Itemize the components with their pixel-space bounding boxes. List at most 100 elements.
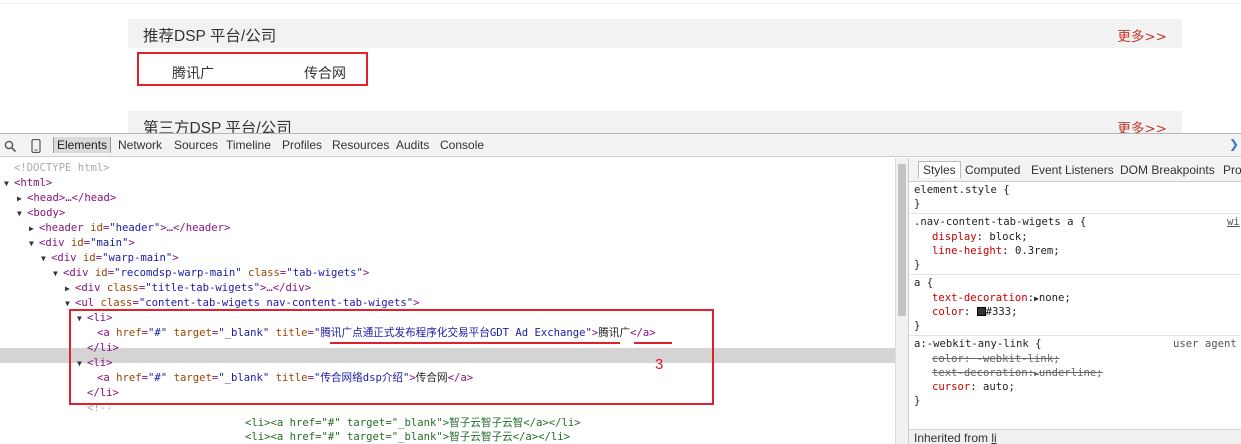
devtools-panel: Elements Network Sources Timeline Profil… [0,133,1241,444]
tag-text: <head>…</head> [27,192,117,204]
tag-name: div [57,252,77,264]
attr-name: class [100,297,133,309]
tab-styles[interactable]: Styles [918,161,961,178]
css-prop: text-decoration [932,367,1028,379]
warp-main-node[interactable]: ▼ <div id="warp-main"> [41,251,179,266]
rule-source-label: user agent [1173,338,1237,350]
attr-value: "recomdsp-warp-main" [114,267,242,279]
annotation-box-li [69,309,714,405]
tab-network[interactable]: Network [118,138,162,152]
header-node[interactable]: ▶ <header id="header">…</header> [29,221,230,236]
html-node[interactable]: ▼ <html> [4,176,52,191]
annotation-number: 3 [655,356,664,373]
expand-triangle-icon[interactable]: ▼ [41,251,51,266]
rule-divider [909,213,1241,214]
tab-sources[interactable]: Sources [174,138,218,152]
tab-profiles[interactable]: Profiles [282,138,322,152]
attr-name: id [90,222,103,234]
tab-computed[interactable]: Computed [965,163,1020,177]
doctype-node[interactable]: <!DOCTYPE html> [14,161,110,176]
css-value: auto; [983,381,1015,393]
tag-name: header [45,222,84,234]
drawer-toggle-icon[interactable]: ❯ [1229,137,1239,151]
annotation-underline-title [330,342,620,344]
top-divider [0,3,1241,4]
more-link[interactable]: 更多>> [1117,117,1167,133]
css-value: underline; [1038,367,1103,379]
doctype-text: <!DOCTYPE html> [14,162,110,174]
rule-selector[interactable]: element.style { [914,183,1010,197]
inherited-link[interactable]: li [991,431,996,444]
css-declaration[interactable]: cursor: auto; [932,380,1015,394]
main-node[interactable]: ▼ <div id="main"> [29,236,135,251]
css-prop: color [932,306,964,318]
tab-console[interactable]: Console [440,138,484,152]
expand-triangle-icon[interactable]: ▼ [53,266,63,281]
comment-text: <li><a href="#" target="_blank">智子云智子云</… [245,431,571,443]
expand-triangle-icon[interactable]: ▼ [17,206,27,221]
attr-name: class [248,267,280,279]
tab-timeline[interactable]: Timeline [226,138,271,152]
css-value: 0.3rem; [1014,245,1060,257]
styles-sidebar: Styles Computed Event Listeners DOM Brea… [908,158,1241,444]
rule-selector[interactable]: a:-webkit-any-link { [914,337,1042,351]
rule-close: } [914,198,921,210]
rule-close: } [914,259,921,271]
css-declaration[interactable]: text-decoration:▶none; [932,291,1071,305]
comment-line: <li><a href="#" target="_blank">智子云智子云智<… [245,416,581,431]
search-icon[interactable] [4,138,17,157]
tag-tail: >…</div> [260,282,312,294]
css-declaration-overridden[interactable]: color: -webkit-link; [932,352,1060,366]
tag-name: div [69,267,89,279]
css-prop: display [932,231,977,243]
devtools-toolbar: Elements Network Sources Timeline Profil… [0,134,1241,157]
page-preview: 推荐DSP 平台/公司 更多>> 腾讯广 传合网 第三方DSP 平台/公司 更多… [0,0,1241,133]
tab-audits[interactable]: Audits [396,138,429,152]
css-prop: text-decoration [932,292,1028,304]
tag-name: div [81,282,101,294]
rule-close: } [914,395,921,407]
styles-tab-bar: Styles Computed Event Listeners DOM Brea… [909,158,1241,182]
tag-name: ul [81,297,95,309]
head-node[interactable]: ▶ <head>…</head> [17,191,116,206]
rule-divider [909,274,1241,275]
rule-selector[interactable]: a { [914,276,933,290]
title-tab-node[interactable]: ▶ <div class="title-tab-wigets">…</div> [65,281,311,296]
css-declaration[interactable]: display: block; [932,230,1028,244]
css-prop: line-height [932,245,1003,257]
device-mode-icon[interactable] [31,138,41,157]
collapse-triangle-icon[interactable]: ▶ [17,191,27,206]
css-value: block; [989,231,1028,243]
tab-event-listeners[interactable]: Event Listeners [1031,163,1114,177]
recomdsp-node[interactable]: ▼ <div id="recomdsp-warp-main" class="tab… [53,266,369,281]
comment-line: <li><a href="#" target="_blank">智子云智子云</… [245,430,570,444]
css-declaration[interactable]: color: #333; [932,305,1018,319]
css-prop: color [932,353,964,365]
inherited-from-bar: Inherited from li [909,429,1241,444]
expand-triangle-icon[interactable]: ▼ [29,236,39,251]
section-title: 推荐DSP 平台/公司 [143,28,277,45]
tab-elements[interactable]: Elements [53,137,112,153]
attr-value: "title-tab-wigets" [145,282,261,294]
css-value: none; [1038,292,1071,304]
section-title: 第三方DSP 平台/公司 [143,120,292,133]
tab-dom-breakpoints[interactable]: DOM Breakpoints [1120,163,1215,177]
body-node[interactable]: ▼ <body> [17,206,65,221]
elements-scrollbar[interactable] [895,158,908,444]
css-declaration[interactable]: line-height: 0.3rem; [932,244,1060,258]
collapse-triangle-icon[interactable]: ▶ [65,281,75,296]
tab-resources[interactable]: Resources [332,138,389,152]
color-swatch-icon[interactable] [976,307,986,316]
collapse-triangle-icon[interactable]: ▶ [29,221,39,236]
attr-name: id [94,267,108,279]
css-value: #333; [985,306,1018,318]
tab-properties[interactable]: Pro [1223,163,1241,177]
css-declaration-overridden[interactable]: text-decoration:▶underline; [932,366,1103,380]
scrollbar-thumb[interactable] [898,164,906,316]
more-link[interactable]: 更多>> [1117,25,1167,45]
attr-name: id [82,252,96,264]
rule-selector[interactable]: .nav-content-tab-wigets a { [914,215,1086,229]
rule-source-link[interactable]: wi [1227,215,1240,229]
expand-triangle-icon[interactable]: ▼ [4,176,14,191]
attr-value: "content-tab-wigets nav-content-tab-wige… [138,297,414,309]
